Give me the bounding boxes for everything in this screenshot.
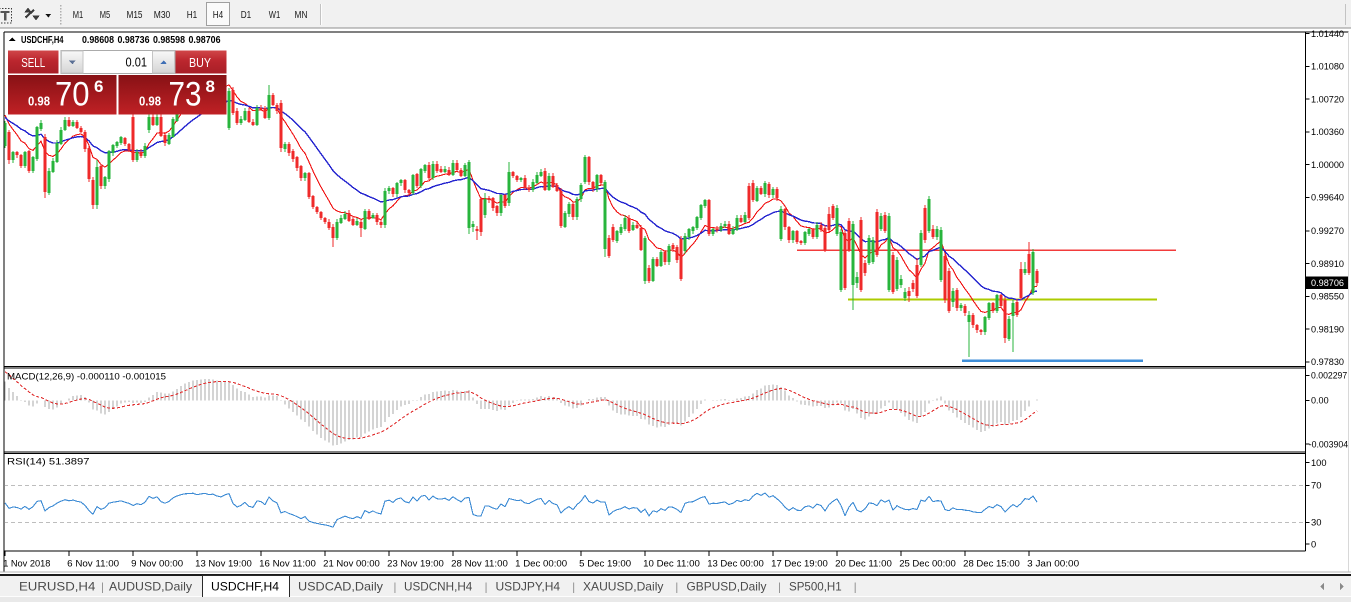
svg-text:9 Nov 00:00: 9 Nov 00:00 — [131, 559, 183, 570]
svg-text:0.98706: 0.98706 — [1311, 278, 1344, 289]
svg-text:0.98598: 0.98598 — [153, 35, 185, 46]
svg-text:0.002297: 0.002297 — [1311, 371, 1347, 382]
svg-text:BUY: BUY — [189, 56, 212, 70]
svg-text:0.98706: 0.98706 — [189, 35, 221, 46]
svg-text:|: | — [778, 582, 781, 594]
svg-text:8: 8 — [206, 77, 215, 96]
svg-text:20 Dec 11:00: 20 Dec 11:00 — [835, 559, 892, 570]
svg-text:10 Dec 11:00: 10 Dec 11:00 — [643, 559, 700, 570]
svg-text:AUDUSD,Daily: AUDUSD,Daily — [109, 580, 192, 594]
svg-text:1 Dec 00:00: 1 Dec 00:00 — [515, 559, 567, 570]
svg-text:EURUSD,H4: EURUSD,H4 — [19, 580, 96, 594]
svg-text:|: | — [854, 582, 857, 594]
svg-text:70: 70 — [55, 76, 90, 114]
svg-text:30: 30 — [1311, 518, 1322, 529]
svg-text:23 Nov 19:00: 23 Nov 19:00 — [387, 559, 444, 570]
svg-text:0.98: 0.98 — [28, 94, 50, 109]
svg-text:6 Nov 11:00: 6 Nov 11:00 — [67, 559, 119, 570]
svg-text:13 Dec 00:00: 13 Dec 00:00 — [707, 559, 764, 570]
svg-text:M5: M5 — [100, 10, 111, 21]
svg-text:USDCNH,H4: USDCNH,H4 — [404, 580, 473, 594]
svg-text:70: 70 — [1311, 481, 1322, 492]
svg-text:0.98608: 0.98608 — [82, 35, 114, 46]
svg-text:6: 6 — [94, 77, 103, 96]
svg-text:RSI(14) 51.3897: RSI(14) 51.3897 — [7, 457, 90, 468]
svg-text:|: | — [394, 582, 397, 594]
svg-text:28 Nov 11:00: 28 Nov 11:00 — [451, 559, 508, 570]
svg-text:25 Dec 00:00: 25 Dec 00:00 — [899, 559, 956, 570]
svg-text:0: 0 — [1311, 539, 1316, 550]
svg-text:USDCHF,H4: USDCHF,H4 — [21, 35, 64, 46]
svg-text:MACD(12,26,9) -0.000110 -0.001: MACD(12,26,9) -0.000110 -0.001015 — [7, 372, 166, 383]
svg-text:28 Dec 15:00: 28 Dec 15:00 — [963, 559, 1020, 570]
svg-text:D1: D1 — [241, 10, 252, 21]
svg-text:H1: H1 — [187, 10, 198, 21]
svg-text:USDCAD,Daily: USDCAD,Daily — [298, 580, 383, 594]
svg-text:0.98550: 0.98550 — [1311, 292, 1344, 303]
svg-text:USDCHF,H4: USDCHF,H4 — [211, 580, 279, 594]
svg-text:1.01440: 1.01440 — [1311, 29, 1344, 40]
svg-text:-0.003904: -0.003904 — [1309, 439, 1349, 450]
svg-text:0.01: 0.01 — [126, 55, 148, 70]
svg-text:|: | — [572, 582, 575, 594]
svg-text:0.99640: 0.99640 — [1311, 193, 1344, 204]
svg-text:5 Dec 19:00: 5 Dec 19:00 — [579, 559, 631, 570]
svg-text:|: | — [101, 582, 104, 594]
svg-text:GBPUSD,Daily: GBPUSD,Daily — [687, 580, 767, 594]
svg-text:0.98736: 0.98736 — [118, 35, 150, 46]
svg-text:73: 73 — [169, 76, 202, 114]
svg-text:0.98910: 0.98910 — [1311, 259, 1344, 270]
svg-text:W1: W1 — [269, 10, 281, 21]
svg-text:21 Nov 00:00: 21 Nov 00:00 — [323, 559, 380, 570]
svg-text:17 Dec 19:00: 17 Dec 19:00 — [771, 559, 828, 570]
svg-text:100: 100 — [1311, 458, 1327, 469]
svg-text:|: | — [485, 582, 488, 594]
svg-text:SELL: SELL — [21, 56, 45, 70]
svg-text:1.01080: 1.01080 — [1311, 62, 1344, 73]
svg-text:M30: M30 — [154, 10, 171, 21]
svg-text:0.97830: 0.97830 — [1311, 357, 1344, 368]
svg-text:1.00360: 1.00360 — [1311, 127, 1344, 138]
svg-text:USDJPY,H4: USDJPY,H4 — [496, 580, 561, 594]
svg-text:16 Nov 11:00: 16 Nov 11:00 — [259, 559, 316, 570]
svg-text:M15: M15 — [127, 10, 143, 21]
svg-text:1.00000: 1.00000 — [1311, 160, 1344, 171]
svg-text:|: | — [675, 582, 678, 594]
svg-text:1.00720: 1.00720 — [1311, 94, 1344, 105]
svg-text:H4: H4 — [213, 10, 224, 21]
svg-text:13 Nov 19:00: 13 Nov 19:00 — [195, 559, 252, 570]
svg-text:1 Nov 2018: 1 Nov 2018 — [3, 559, 50, 570]
svg-text:M1: M1 — [73, 10, 84, 21]
svg-text:0.98190: 0.98190 — [1311, 324, 1344, 335]
svg-text:0.99270: 0.99270 — [1311, 226, 1344, 237]
svg-text:0.00: 0.00 — [1311, 396, 1329, 407]
svg-text:SP500,H1: SP500,H1 — [789, 580, 842, 594]
svg-text:3 Jan 00:00: 3 Jan 00:00 — [1027, 559, 1079, 570]
svg-text:0.98: 0.98 — [139, 94, 161, 109]
svg-text:XAUUSD,Daily: XAUUSD,Daily — [583, 580, 663, 594]
svg-text:MN: MN — [295, 10, 308, 21]
